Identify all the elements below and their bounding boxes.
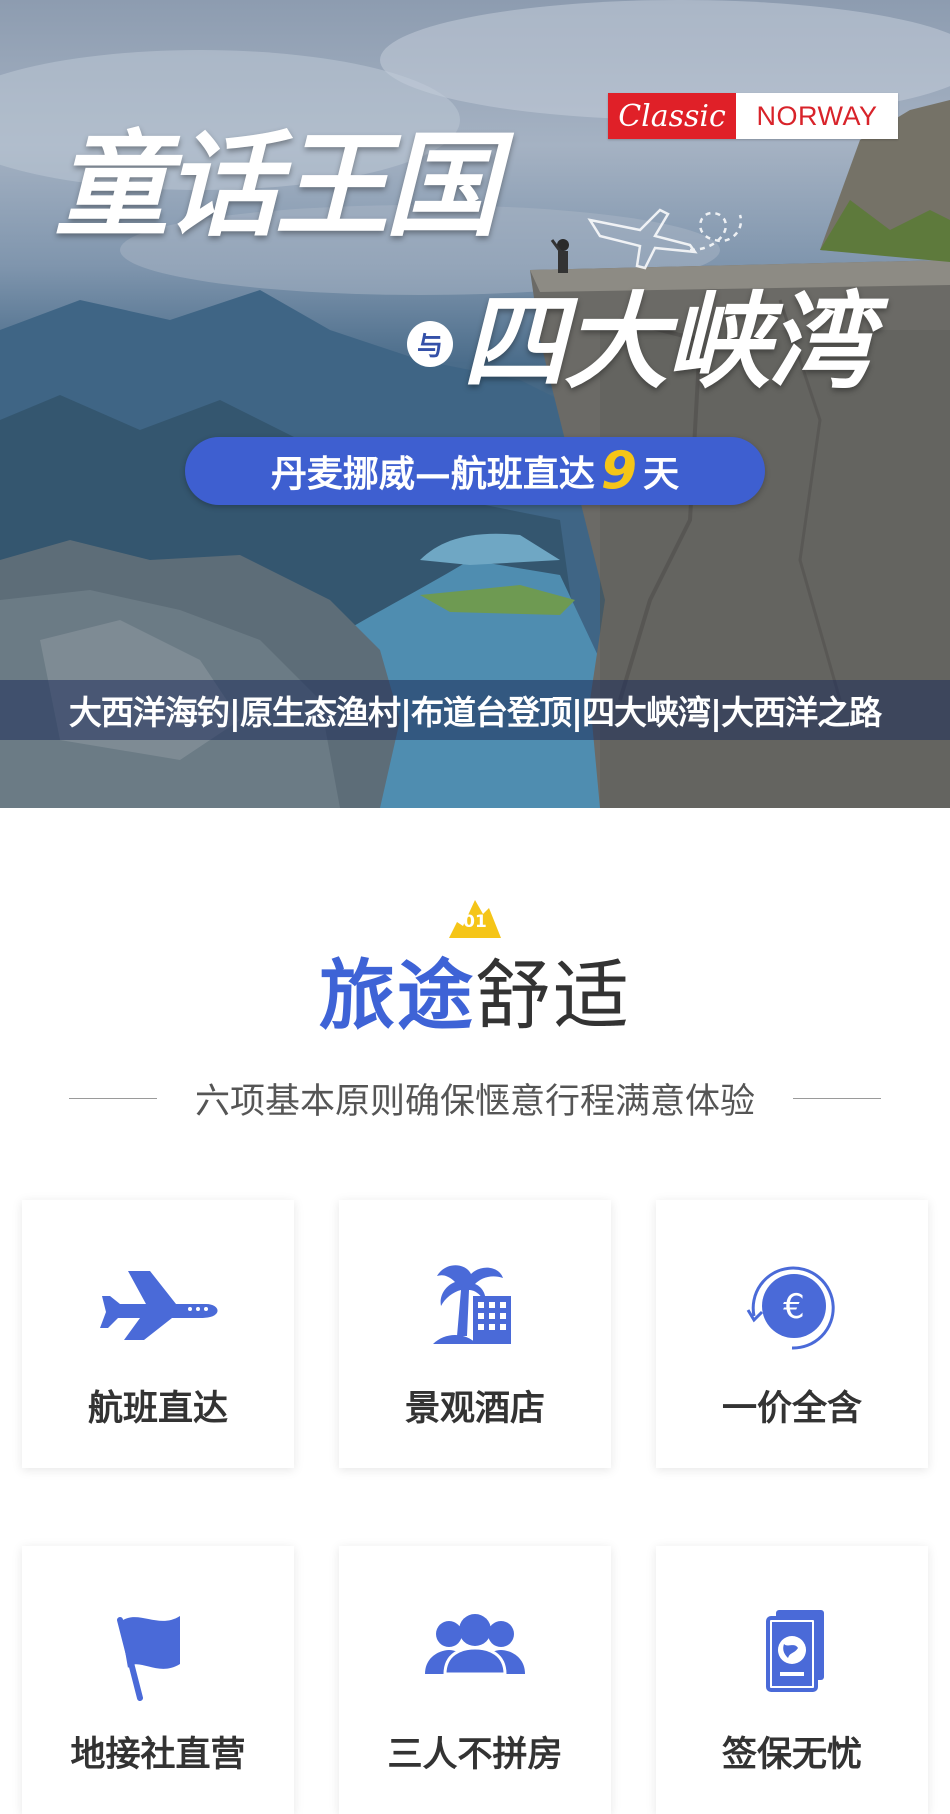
feature-card-all-inclusive[interactable]: € 一价全含 bbox=[656, 1200, 928, 1468]
feature-label: 签保无忧 bbox=[721, 1735, 862, 1775]
feature-card-view-hotel[interactable]: 景观酒店 bbox=[339, 1200, 611, 1468]
feature-card-no-room-sharing[interactable]: 三人不拼房 bbox=[339, 1546, 611, 1814]
euro-coin-icon: € bbox=[746, 1266, 835, 1350]
highlights-strip: 大西洋海钓|原生态渔村|布道台登顶|四大峡湾|大西洋之路 bbox=[0, 680, 950, 740]
section-number-badge: 01 bbox=[449, 898, 501, 938]
hero-title-line2: 四大峡湾 bbox=[462, 280, 872, 403]
section-subtitle: 六项基本原则确保惬意行程满意体验 bbox=[194, 1081, 755, 1122]
feature-label: 地接社直营 bbox=[70, 1735, 246, 1775]
classic-norway-badge: Classic NORWAY bbox=[608, 93, 898, 139]
badge-norway: NORWAY bbox=[736, 93, 898, 139]
divider-right bbox=[793, 1097, 881, 1099]
hero-banner: Classic NORWAY 童话王国 与 四大峡湾 丹麦挪威—航班直达 9 天… bbox=[0, 0, 950, 808]
palm-hotel-icon bbox=[433, 1265, 511, 1344]
feature-card-visa-insurance[interactable]: 签保无忧 bbox=[656, 1546, 928, 1814]
hero-connector: 与 bbox=[407, 321, 453, 367]
section-subtitle-row: 六项基本原则确保惬意行程满意体验 bbox=[0, 1075, 950, 1122]
feature-label: 一价全含 bbox=[721, 1389, 862, 1429]
airplane-icon bbox=[100, 1271, 218, 1340]
feature-label: 景观酒店 bbox=[404, 1389, 545, 1429]
svg-text:€: € bbox=[783, 1287, 805, 1327]
section-number: 01 bbox=[463, 912, 487, 932]
section-title: 旅途舒适 bbox=[0, 958, 950, 1034]
route-pill-days: 9 bbox=[600, 441, 638, 501]
route-pill-suffix: 天 bbox=[643, 453, 680, 495]
feature-card-direct-flight[interactable]: 航班直达 bbox=[22, 1200, 294, 1468]
feature-label: 航班直达 bbox=[87, 1389, 228, 1429]
passport-icon bbox=[766, 1610, 824, 1692]
section-title-rest: 舒适 bbox=[475, 951, 631, 1040]
divider-left bbox=[68, 1097, 157, 1099]
route-pill: 丹麦挪威—航班直达 9 天 bbox=[185, 437, 765, 505]
route-pill-prefix: 丹麦挪威—航班直达 bbox=[270, 453, 595, 495]
flag-icon bbox=[117, 1616, 180, 1701]
feature-card-local-agency[interactable]: 地接社直营 bbox=[22, 1546, 294, 1814]
badge-classic: Classic bbox=[608, 93, 736, 139]
hero-title-line1: 童话王国 bbox=[55, 118, 499, 252]
section-title-accent: 旅途 bbox=[319, 951, 475, 1040]
group-people-icon bbox=[425, 1614, 525, 1676]
feature-label: 三人不拼房 bbox=[387, 1735, 563, 1775]
